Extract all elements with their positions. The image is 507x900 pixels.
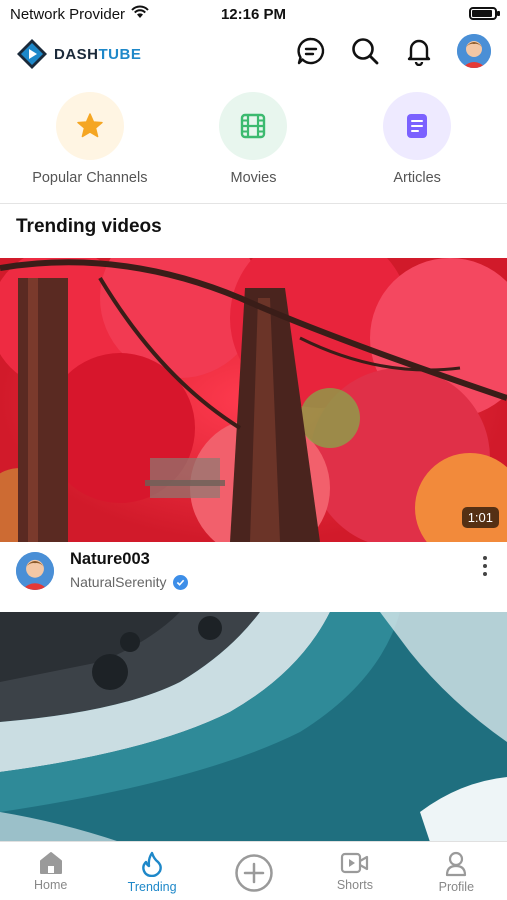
- nav-trending[interactable]: Trending: [101, 842, 202, 900]
- logo-icon: [17, 39, 47, 69]
- category-popular-channels[interactable]: Popular Channels: [10, 92, 170, 202]
- nav-label: Trending: [127, 880, 177, 894]
- app-header: DASHTUBE: [0, 30, 507, 78]
- category-label: Articles: [393, 170, 441, 186]
- app-logo[interactable]: DASHTUBE: [16, 38, 141, 70]
- category-label: Movies: [230, 170, 277, 186]
- video-thumbnail[interactable]: [0, 612, 507, 842]
- category-icon-wrap: [383, 92, 452, 160]
- logo-text: DASHTUBE: [54, 45, 142, 63]
- more-options-icon[interactable]: [477, 554, 493, 578]
- nav-home[interactable]: Home: [0, 842, 101, 900]
- star-icon: [77, 113, 103, 138]
- nav-shorts[interactable]: Shorts: [304, 842, 405, 900]
- chat-icon[interactable]: [295, 35, 327, 67]
- verified-icon: [172, 574, 188, 590]
- section-divider: [0, 203, 507, 204]
- nav-add[interactable]: [203, 842, 304, 900]
- video-meta: Nature003 NaturalSerenity: [0, 542, 507, 606]
- nav-label: Shorts: [336, 878, 373, 892]
- search-icon[interactable]: [349, 35, 381, 67]
- add-circle-icon: [234, 854, 273, 892]
- category-movies[interactable]: Movies: [173, 92, 333, 202]
- status-time: 12:16 PM: [220, 5, 287, 23]
- category-articles[interactable]: Articles: [337, 92, 497, 202]
- avatar[interactable]: [457, 34, 491, 68]
- person-icon: [446, 851, 467, 877]
- section-title: Trending videos: [16, 216, 162, 237]
- home-icon: [39, 852, 62, 874]
- channel-avatar[interactable]: [16, 552, 54, 590]
- video-thumbnail[interactable]: 1:01: [0, 258, 507, 542]
- flame-icon: [142, 851, 162, 877]
- battery-icon: [469, 7, 500, 20]
- video-duration: 1:01: [461, 507, 499, 528]
- bottom-nav: Home Trending Shorts Profile: [0, 841, 507, 900]
- nav-label: Profile: [438, 880, 475, 894]
- channel-name: NaturalSerenity: [70, 574, 167, 590]
- category-icon-wrap: [219, 92, 288, 160]
- category-label: Popular Channels: [32, 170, 148, 186]
- ocean-waves-image: [0, 612, 507, 842]
- video-icon: [340, 852, 369, 874]
- video-title[interactable]: Nature003: [70, 550, 150, 569]
- autumn-tree-image: [0, 258, 507, 542]
- nav-label: Home: [34, 878, 68, 892]
- channel-row[interactable]: NaturalSerenity: [70, 574, 188, 590]
- article-icon: [407, 114, 428, 138]
- status-bar: Network Provider 12:16 PM: [0, 0, 507, 28]
- category-icon-wrap: [55, 92, 124, 160]
- bell-icon[interactable]: [403, 35, 435, 67]
- nav-profile[interactable]: Profile: [406, 842, 507, 900]
- film-icon: [241, 113, 266, 139]
- category-row: Popular Channels Movies Articles: [0, 92, 507, 202]
